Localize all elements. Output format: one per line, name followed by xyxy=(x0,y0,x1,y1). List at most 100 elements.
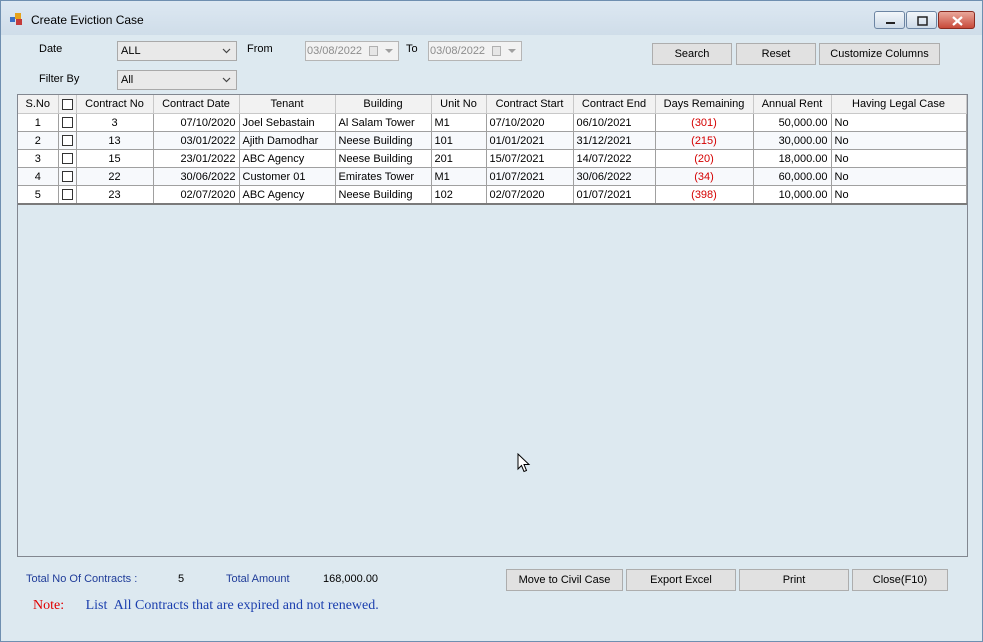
to-label: To xyxy=(406,43,418,55)
table-row[interactable]: 3 15 23/01/2022 ABC Agency Neese Buildin… xyxy=(18,149,967,168)
minimize-button[interactable] xyxy=(874,11,905,29)
cell-annual-rent: 50,000.00 xyxy=(753,113,832,132)
cell-contract-end: 14/07/2022 xyxy=(573,149,656,168)
cell-contract-start: 02/07/2020 xyxy=(486,185,574,205)
from-date-picker[interactable]: 03/08/2022 xyxy=(305,41,399,61)
header-row: S.No Contract No Contract Date Tenant Bu… xyxy=(18,95,967,114)
cell-contract-no: 3 xyxy=(76,113,154,132)
cell-unit-no: 201 xyxy=(431,149,487,168)
chevron-down-icon xyxy=(222,77,231,83)
export-excel-button[interactable]: Export Excel xyxy=(626,569,736,591)
col-contract-start[interactable]: Contract Start xyxy=(486,95,574,114)
col-having-legal-case[interactable]: Having Legal Case xyxy=(831,95,967,114)
window-title: Create Eviction Case xyxy=(31,13,144,27)
date-select[interactable]: ALL xyxy=(117,41,237,61)
table-row[interactable]: 1 3 07/10/2020 Joel Sebastain Al Salam T… xyxy=(18,113,967,132)
col-days-remaining[interactable]: Days Remaining xyxy=(655,95,754,114)
cell-tenant: Joel Sebastain xyxy=(239,113,336,132)
to-date-value: 03/08/2022 xyxy=(430,45,486,57)
row-checkbox[interactable] xyxy=(61,153,73,165)
maximize-button[interactable] xyxy=(906,11,937,29)
col-unit-no[interactable]: Unit No xyxy=(431,95,487,114)
cell-building: Emirates Tower xyxy=(335,167,432,186)
close-icon xyxy=(952,16,963,26)
close-button[interactable]: Close(F10) xyxy=(852,569,948,591)
cell-building: Neese Building xyxy=(335,149,432,168)
cell-contract-end: 30/06/2022 xyxy=(573,167,656,186)
maximize-icon xyxy=(917,16,928,26)
app-icon xyxy=(10,12,24,26)
col-contract-no[interactable]: Contract No xyxy=(76,95,154,114)
col-sno[interactable]: S.No xyxy=(18,95,59,114)
cell-sno: 1 xyxy=(18,113,59,132)
close-window-button[interactable] xyxy=(938,11,975,29)
cell-contract-start: 15/07/2021 xyxy=(486,149,574,168)
reset-button[interactable]: Reset xyxy=(736,43,816,65)
cell-annual-rent: 60,000.00 xyxy=(753,167,832,186)
filter-by-select[interactable]: All xyxy=(117,70,237,90)
cell-contract-start: 01/01/2021 xyxy=(486,131,574,150)
cell-select xyxy=(58,167,77,186)
cell-unit-no: 101 xyxy=(431,131,487,150)
contracts-grid: S.No Contract No Contract Date Tenant Bu… xyxy=(17,94,968,557)
total-contracts-label: Total No Of Contracts : xyxy=(26,573,138,585)
col-annual-rent[interactable]: Annual Rent xyxy=(753,95,832,114)
total-contracts-value: 5 xyxy=(178,573,185,585)
customize-columns-button[interactable]: Customize Columns xyxy=(819,43,940,65)
minimize-icon xyxy=(886,22,895,24)
row-checkbox[interactable] xyxy=(61,117,73,129)
cell-select xyxy=(58,149,77,168)
cell-legal-case: No xyxy=(831,185,967,205)
eviction-case-window: Create Eviction Case Date ALL From 03/08… xyxy=(0,0,983,642)
calendar-icon xyxy=(492,46,501,56)
date-label: Date xyxy=(39,43,63,55)
mouse-cursor-icon xyxy=(517,453,531,473)
from-label: From xyxy=(247,43,273,55)
cell-contract-start: 07/10/2020 xyxy=(486,113,574,132)
cell-unit-no: M1 xyxy=(431,113,487,132)
note: Note: List All Contracts that are expire… xyxy=(33,598,379,614)
row-checkbox[interactable] xyxy=(61,189,73,201)
title-bar: Create Eviction Case xyxy=(1,1,982,35)
col-contract-date[interactable]: Contract Date xyxy=(153,95,240,114)
col-select-all[interactable] xyxy=(58,95,77,114)
table-row[interactable]: 4 22 30/06/2022 Customer 01 Emirates Tow… xyxy=(18,167,967,186)
calendar-icon xyxy=(369,46,378,56)
from-date-value: 03/08/2022 xyxy=(307,45,363,57)
cell-tenant: ABC Agency xyxy=(239,185,336,205)
cell-contract-date: 02/07/2020 xyxy=(153,185,240,205)
row-checkbox[interactable] xyxy=(61,135,73,147)
search-button[interactable]: Search xyxy=(652,43,732,65)
select-all-checkbox[interactable] xyxy=(61,98,73,110)
cell-select xyxy=(58,131,77,150)
note-text: List All Contracts that are expired and … xyxy=(85,598,379,613)
print-button[interactable]: Print xyxy=(739,569,849,591)
cell-building: Al Salam Tower xyxy=(335,113,432,132)
row-checkbox[interactable] xyxy=(61,171,73,183)
chevron-down-icon xyxy=(222,48,231,54)
dropdown-arrow-icon xyxy=(508,49,516,53)
col-contract-end[interactable]: Contract End xyxy=(573,95,656,114)
cell-unit-no: M1 xyxy=(431,167,487,186)
cell-sno: 3 xyxy=(18,149,59,168)
col-building[interactable]: Building xyxy=(335,95,432,114)
cell-contract-end: 06/10/2021 xyxy=(573,113,656,132)
cell-legal-case: No xyxy=(831,167,967,186)
table-row[interactable]: 2 13 03/01/2022 Ajith Damodhar Neese Bui… xyxy=(18,131,967,150)
table-row[interactable]: 5 23 02/07/2020 ABC Agency Neese Buildin… xyxy=(18,185,967,205)
move-to-civil-case-button[interactable]: Move to Civil Case xyxy=(506,569,623,591)
total-amount-value: 168,000.00 xyxy=(323,573,379,585)
cell-days-remaining: (215) xyxy=(655,131,754,150)
dropdown-arrow-icon xyxy=(385,49,393,53)
to-date-picker[interactable]: 03/08/2022 xyxy=(428,41,522,61)
cell-sno: 4 xyxy=(18,167,59,186)
cell-contract-date: 07/10/2020 xyxy=(153,113,240,132)
cell-contract-no: 23 xyxy=(76,185,154,205)
cell-contract-no: 13 xyxy=(76,131,154,150)
col-tenant[interactable]: Tenant xyxy=(239,95,336,114)
cell-annual-rent: 18,000.00 xyxy=(753,149,832,168)
cell-contract-start: 01/07/2021 xyxy=(486,167,574,186)
cell-days-remaining: (20) xyxy=(655,149,754,168)
filter-by-label: Filter By xyxy=(39,73,80,85)
cell-contract-no: 15 xyxy=(76,149,154,168)
